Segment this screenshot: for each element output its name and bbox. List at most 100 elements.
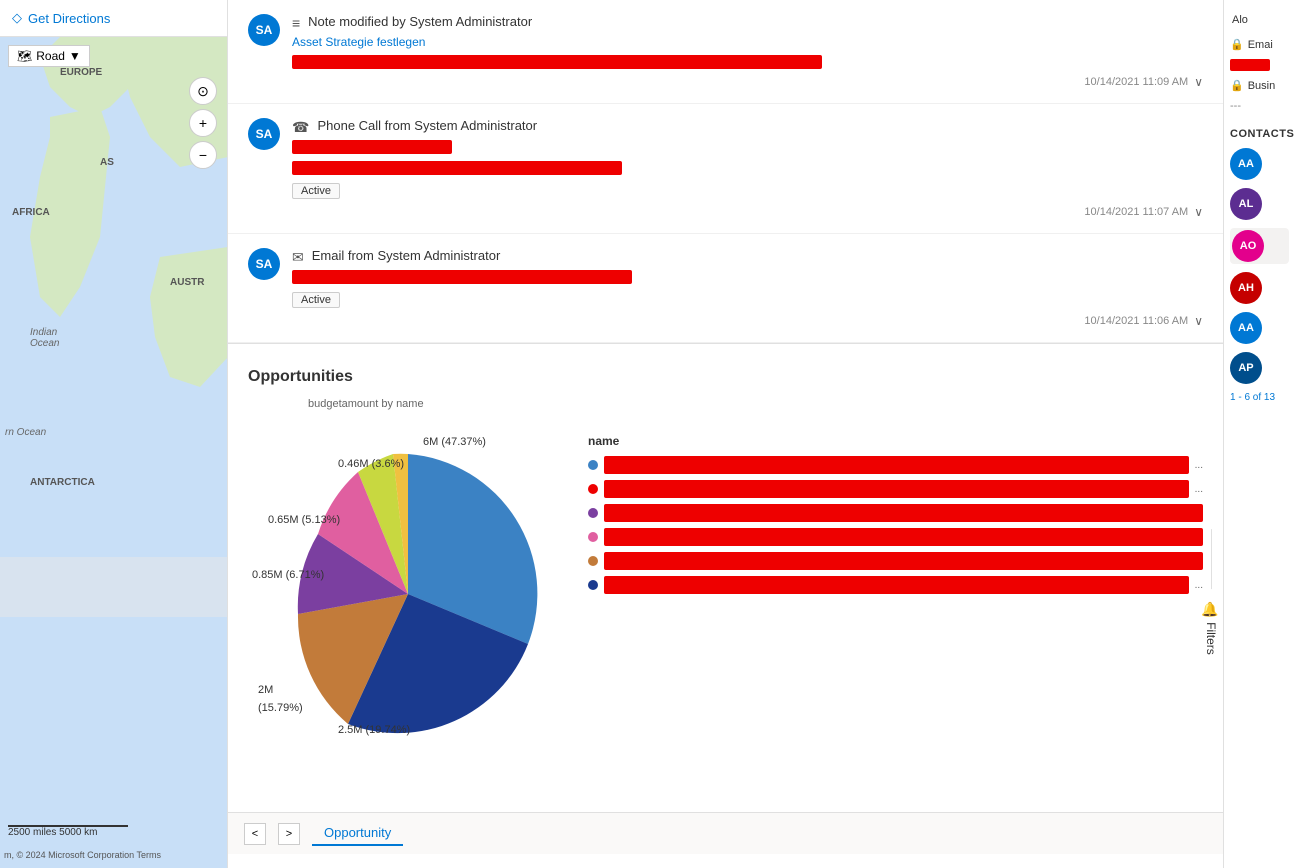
legend-bar-6 <box>604 576 1189 594</box>
timestamp-note: 10/14/2021 11:09 AM <box>1084 76 1188 88</box>
contact-row-aa2: AA <box>1230 312 1289 344</box>
tab-prev-button[interactable]: < <box>244 823 266 845</box>
activity-footer-phone: 10/14/2021 11:07 AM ∨ <box>292 205 1203 219</box>
activity-title-email: Email from System Administrator <box>312 248 501 263</box>
legend-item-1: ... <box>588 456 1203 474</box>
filters-tab[interactable]: 🔔 Filters <box>1199 593 1223 663</box>
avatar-sa-3: SA <box>248 248 280 280</box>
filter-icon: 🔔 <box>1203 601 1219 618</box>
zoom-in-button[interactable]: + <box>189 109 217 137</box>
contact-avatar-al[interactable]: AL <box>1230 188 1262 220</box>
legend-bar-5 <box>604 552 1203 570</box>
lock-icon-email: 🔒 <box>1230 38 1244 51</box>
filters-label: Filters <box>1204 622 1218 655</box>
contacts-header: CONTACTS <box>1230 128 1289 140</box>
status-badge-email: Active <box>292 292 340 308</box>
legend-dot-5 <box>588 556 598 566</box>
chevron-down-icon-phone[interactable]: ∨ <box>1194 205 1203 219</box>
avatar-sa-2: SA <box>248 118 280 150</box>
legend-bar-2 <box>604 480 1189 498</box>
pie-label-6: 0.46M (3.6%) <box>338 458 404 470</box>
contact-row-al: AL <box>1230 188 1289 220</box>
pie-label-1: 6M (47.37%) <box>423 436 486 448</box>
activity-item-note: SA ≡ Note modified by System Administrat… <box>228 0 1223 104</box>
plus-icon: + <box>199 115 207 131</box>
europe-label: EUROPE <box>60 67 102 78</box>
pie-label-2: 2.5M (19.74%) <box>338 724 410 736</box>
redacted-bar-phone-2 <box>292 161 622 175</box>
note-icon: ≡ <box>292 15 300 31</box>
tab-opportunity[interactable]: Opportunity <box>312 821 403 846</box>
legend-dot-3 <box>588 508 598 518</box>
contact-avatar-aa1[interactable]: AA <box>1230 148 1262 180</box>
legend-item-4 <box>588 528 1203 546</box>
legend-area: name ... ... <box>588 414 1203 777</box>
legend-ellipsis-2: ... <box>1195 484 1203 495</box>
activity-content-note: ≡ Note modified by System Administrator … <box>292 14 1203 89</box>
locate-button[interactable]: ⊙ <box>189 77 217 105</box>
contact-row-aa1: AA <box>1230 148 1289 180</box>
timestamp-email: 10/14/2021 11:06 AM <box>1084 315 1188 327</box>
activity-content-email: ✉ Email from System Administrator Active… <box>292 248 1203 328</box>
email-redacted-bar <box>1230 59 1270 71</box>
zoom-out-button[interactable]: − <box>189 141 217 169</box>
chevron-down-icon-note[interactable]: ∨ <box>1194 75 1203 89</box>
legend-dot-1 <box>588 460 598 470</box>
contact-avatar-ap[interactable]: AP <box>1230 352 1262 384</box>
legend-item-2: ... <box>588 480 1203 498</box>
legend-items: ... ... <box>588 456 1203 594</box>
road-selector[interactable]: 🗺 Road ▼ <box>8 45 90 67</box>
contact-avatar-aa2[interactable]: AA <box>1230 312 1262 344</box>
activity-section: SA ≡ Note modified by System Administrat… <box>228 0 1223 344</box>
pie-label-3b: (15.79%) <box>258 702 303 714</box>
activity-footer-email: 10/14/2021 11:06 AM ∨ <box>292 314 1203 328</box>
contact-row-ap: AP <box>1230 352 1289 384</box>
legend-title: name <box>588 434 1203 448</box>
filters-panel: 🔔 Filters <box>1199 529 1223 663</box>
legend-bar-4 <box>604 528 1203 546</box>
tab-next-button[interactable]: > <box>278 823 300 845</box>
pie-svg <box>248 414 568 774</box>
antarctica-label: ANTARCTICA <box>30 477 95 488</box>
contacts-pagination: 1 - 6 of 13 <box>1230 392 1289 403</box>
legend-dot-2 <box>588 484 598 494</box>
legend-dot-6 <box>588 580 598 590</box>
as-label: AS <box>100 157 114 168</box>
get-directions-button[interactable]: ◇ Get Directions <box>0 0 227 37</box>
activity-item-email: SA ✉ Email from System Administrator Act… <box>228 234 1223 343</box>
activity-subtitle-note: Asset Strategie festlegen <box>292 35 1203 49</box>
status-badge-phone: Active <box>292 183 340 199</box>
legend-dot-4 <box>588 532 598 542</box>
email-row: 🔒 Emai <box>1230 38 1289 51</box>
indian-ocean-label: IndianOcean <box>30 327 59 349</box>
legend-bar-1 <box>604 456 1189 474</box>
contact-row-ah: AH <box>1230 272 1289 304</box>
chevron-down-icon-email[interactable]: ∨ <box>1194 314 1203 328</box>
avatar-sa-1: SA <box>248 14 280 46</box>
austr-label: AUSTR <box>170 277 204 288</box>
pie-label-5: 0.65M (5.13%) <box>268 514 340 526</box>
busin-row: 🔒 Busin <box>1230 79 1289 92</box>
minus-icon: − <box>199 147 207 163</box>
rn-ocean-label: rn Ocean <box>5 427 46 438</box>
activity-item-phone: SA ☎ Phone Call from System Administrato… <box>228 104 1223 234</box>
map-icon: 🗺 <box>17 49 32 63</box>
right-panel: Alo 🔒 Emai 🔒 Busin --- CONTACTS AA AL AO <box>1223 0 1295 868</box>
map-container[interactable]: 🗺 Road ▼ EUROPE AS AFRICA AUSTR IndianOc… <box>0 37 227 868</box>
email-icon: ✉ <box>292 249 304 266</box>
legend-item-3 <box>588 504 1203 522</box>
dropdown-icon: ▼ <box>69 49 81 63</box>
redacted-bar-note <box>292 55 822 69</box>
map-controls: ⊙ + − <box>189 77 217 169</box>
pie-chart: 6M (47.37%) 2.5M (19.74%) 2M (15.79%) 0.… <box>248 414 568 777</box>
legend-ellipsis-1: ... <box>1195 460 1203 471</box>
activity-header-note: ≡ Note modified by System Administrator <box>292 14 1203 31</box>
contact-avatar-ao[interactable]: AO <box>1232 230 1264 262</box>
alo-header: Alo <box>1230 10 1289 30</box>
contact-avatar-ah[interactable]: AH <box>1230 272 1262 304</box>
africa-label: AFRICA <box>12 207 50 218</box>
activity-header-email: ✉ Email from System Administrator <box>292 248 1203 266</box>
contact-row-ao: AO <box>1230 228 1289 264</box>
chart-wrapper: budgetamount by name <box>248 398 1203 777</box>
pie-label-4: 0.85M (6.71%) <box>252 569 324 581</box>
